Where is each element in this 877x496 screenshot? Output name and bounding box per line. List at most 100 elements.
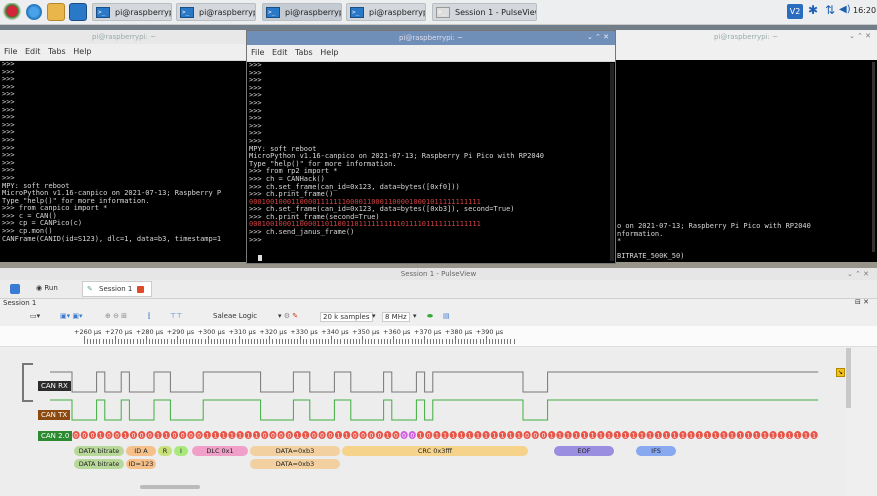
open-icon[interactable]: ▭▾ <box>30 312 40 320</box>
main-toolbar: ◉ Run ✎ Session 1 <box>0 280 877 299</box>
session-float-close[interactable]: ⊟ ✕ <box>855 298 869 306</box>
ruler-tick-mark <box>439 339 441 344</box>
bit-value: 0 <box>353 433 357 440</box>
taskbar-window-terminal-1[interactable]: pi@raspberrypi: ~] <box>92 3 172 21</box>
bit-value: 0 <box>263 433 267 440</box>
volume-icon[interactable]: ◀) <box>839 4 851 15</box>
taskbar-window-label: Session 1 - PulseView <box>455 8 537 17</box>
window-controls[interactable]: ⌄ ⌃ ✕ <box>587 33 609 41</box>
taskbar-window-label: pi@raspberrypi: ~] <box>115 8 171 17</box>
raspberry-menu-icon[interactable] <box>3 3 21 21</box>
menu-help[interactable]: Help <box>73 47 91 56</box>
annotation-data-bitrate[interactable]: DATA bitrate <box>74 446 124 456</box>
ruler-tick-mark <box>108 339 110 344</box>
annotation-data-bitrate[interactable]: DATA bitrate <box>74 459 124 469</box>
trigger-icon[interactable]: ⊤⊤ <box>170 312 182 320</box>
bit-value: 1 <box>476 433 480 440</box>
menu-tabs[interactable]: Tabs <box>295 48 313 57</box>
bit-value: 1 <box>697 433 701 440</box>
horizontal-scrollbar[interactable] <box>140 485 200 489</box>
bit-value: 1 <box>788 433 792 440</box>
ruler-tick-mark <box>467 339 469 344</box>
menu-edit[interactable]: Edit <box>25 47 41 56</box>
window-controls[interactable]: ⌄ ⌃ ✕ <box>847 270 869 278</box>
device-selector[interactable]: Saleae Logic <box>213 312 257 320</box>
menu-tabs[interactable]: Tabs <box>48 47 66 56</box>
terminal-line: >>> ch.send_janus_frame() <box>249 228 355 237</box>
annotation-i[interactable]: I <box>174 446 188 456</box>
ruler-tick-mark <box>136 339 138 344</box>
menu-file[interactable]: File <box>4 47 17 56</box>
annotation-r[interactable]: R <box>158 446 172 456</box>
vnc-icon[interactable]: V2 <box>787 4 803 19</box>
close-tab-icon[interactable] <box>137 286 144 293</box>
math-channel-icon[interactable]: ▤ <box>443 312 450 320</box>
run-button[interactable]: ◉ Run <box>36 284 58 292</box>
bit-value: 0 <box>369 433 373 440</box>
annotation-id-123[interactable]: ID=123 <box>126 459 156 469</box>
ruler-tick-mark <box>145 336 147 344</box>
ruler-tick-mark <box>448 339 450 344</box>
ruler-tick-mark <box>158 339 160 344</box>
menu-edit[interactable]: Edit <box>272 48 288 57</box>
ruler-tick-label: +350 µs <box>352 328 380 336</box>
menu-help[interactable]: Help <box>320 48 338 57</box>
window-controls[interactable]: ⌄ ⌃ ✕ <box>849 32 871 40</box>
annotation-row-summary: DATA bitrate ID=123 DATA=0xb3 <box>74 459 844 470</box>
annotation-dlc-0x1[interactable]: DLC 0x1 <box>192 446 248 456</box>
zoom-icons[interactable]: ⊕ ⊖ ⊞ <box>105 312 127 320</box>
annotation-eof[interactable]: EOF <box>554 446 614 456</box>
terminal-output[interactable]: >>> >>> >>> >>> >>> >>> >>> >>> >>> >>> >>> MPY: so… <box>249 61 544 244</box>
tab-session-1[interactable]: ✎ Session 1 <box>82 281 152 297</box>
bit-value: 1 <box>460 433 464 440</box>
scrollbar[interactable] <box>872 62 875 252</box>
bluetooth-icon[interactable]: ✱ <box>808 3 818 17</box>
ruler-tick-mark <box>226 339 228 344</box>
bit-value: 1 <box>632 433 636 440</box>
annotation-ifs[interactable]: IFS <box>636 446 676 456</box>
wave-tx-line <box>50 399 819 421</box>
save-icon[interactable]: ▣▾ ▣▾ <box>60 312 82 320</box>
terminal-launcher-icon[interactable] <box>69 3 87 21</box>
annotation-data-0xb3[interactable]: DATA=0xb3 <box>250 446 340 456</box>
ruler-tick-mark <box>195 339 197 344</box>
ruler-tick-mark <box>229 339 231 344</box>
annotation-data-0xb3[interactable]: DATA=0xb3 <box>250 459 340 469</box>
ruler-tick-mark <box>96 339 98 344</box>
decoder-icon[interactable]: ⬬ <box>427 312 433 321</box>
ruler-tick-mark <box>127 339 129 344</box>
annotation-id-a[interactable]: ID A <box>126 446 156 456</box>
terminal-line: >>> <box>249 235 266 244</box>
bit-value: 1 <box>681 433 685 440</box>
device-dropdown-icon[interactable]: ▾ ⚙ ✎ <box>278 312 298 320</box>
ruler-tick-mark <box>287 339 289 344</box>
bit-value: 1 <box>714 433 718 440</box>
scrollbar[interactable] <box>610 63 614 261</box>
menu-icon[interactable] <box>10 284 20 294</box>
samples-selector[interactable]: 20 k samples <box>320 312 373 322</box>
file-manager-icon[interactable] <box>47 3 65 21</box>
annotation-crc-0x3fff[interactable]: CRC 0x3fff <box>342 446 528 456</box>
ruler-tick-mark <box>426 339 428 344</box>
ruler-tick-label: +360 µs <box>383 328 411 336</box>
terminal-output[interactable]: >>> >>> >>> >>> >>> >>> >>> >>> >>> >>> … <box>2 60 221 243</box>
cursor-icon[interactable]: ⫿ <box>148 312 150 321</box>
bit-value: 1 <box>656 433 660 440</box>
bit-value: 1 <box>123 433 127 440</box>
browser-icon[interactable] <box>25 3 43 21</box>
text-cursor <box>258 255 262 261</box>
taskbar-window-terminal-2[interactable]: pi@raspberrypi: ~ <box>176 3 256 21</box>
time-ruler[interactable]: +260 µs +270 µs +280 µs +290 µs +300 µs +310 … <box>0 326 877 347</box>
menu-file[interactable]: File <box>251 48 264 57</box>
ruler-tick-label: +270 µs <box>104 328 133 336</box>
trigger-marker-icon[interactable]: ↘ <box>836 368 845 377</box>
vertical-scrollbar[interactable] <box>846 348 851 408</box>
network-icon[interactable]: ⇅ <box>825 3 835 17</box>
ruler-tick-label: +340 µs <box>321 328 349 336</box>
run-label: Run <box>44 284 58 292</box>
taskbar-window-terminal-4[interactable]: pi@raspberrypi: ~ <box>346 3 426 21</box>
samplerate-selector[interactable]: 8 MHz <box>382 312 410 322</box>
taskbar-window-pulseview[interactable]: Session 1 - PulseView <box>432 3 537 21</box>
terminal-output[interactable]: o on 2021-07-13; Raspberry Pi Pico with … <box>617 222 811 262</box>
taskbar-window-terminal-3[interactable]: pi@raspberrypi: ~ <box>262 3 342 21</box>
